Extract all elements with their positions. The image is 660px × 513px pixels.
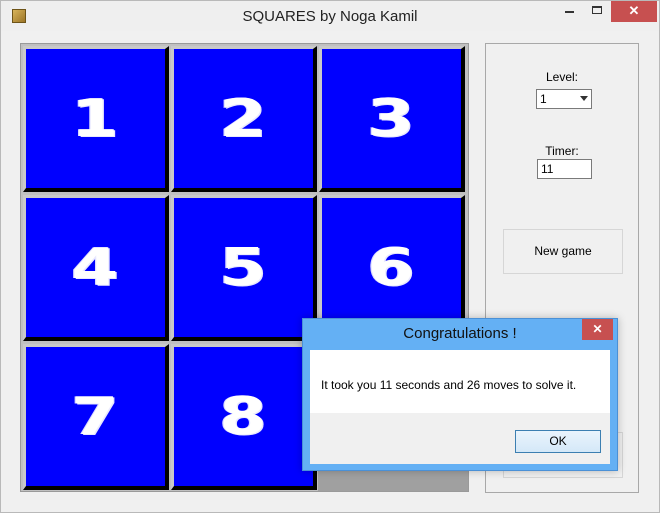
tile-4[interactable]: 4	[23, 195, 169, 341]
minimize-button[interactable]	[556, 1, 584, 22]
timer-field[interactable]: 11	[537, 159, 592, 179]
minimize-icon	[565, 11, 574, 13]
tile-number: 2	[219, 88, 268, 149]
tile-number: 6	[367, 237, 416, 298]
maximize-button[interactable]	[584, 1, 611, 22]
level-value: 1	[540, 92, 547, 106]
app-window: SQUARES by Noga Kamil ✕ 1 2 3 4 5 6 7 8 …	[0, 0, 660, 513]
tile-8[interactable]: 8	[171, 344, 317, 490]
timer-label: Timer:	[545, 144, 579, 158]
tile-number: 7	[71, 386, 120, 447]
dialog-body: It took you 11 seconds and 26 moves to s…	[310, 350, 610, 413]
level-select[interactable]: 1	[536, 89, 592, 109]
dialog-footer: OK	[310, 413, 610, 464]
close-button[interactable]: ✕	[611, 1, 657, 22]
dialog-message: It took you 11 seconds and 26 moves to s…	[321, 378, 577, 392]
tile-number: 8	[219, 386, 268, 447]
tile-7[interactable]: 7	[23, 344, 169, 490]
dialog-title: Congratulations !	[403, 325, 517, 342]
tile-number: 4	[71, 237, 120, 298]
maximize-icon	[592, 6, 602, 14]
title-bar[interactable]: SQUARES by Noga Kamil ✕	[1, 1, 659, 31]
congratulations-dialog: Congratulations ! ✕ It took you 11 secon…	[302, 318, 618, 471]
tile-number: 3	[367, 88, 416, 149]
chevron-down-icon	[580, 96, 588, 101]
tile-number: 5	[219, 237, 268, 298]
tile-number: 1	[71, 88, 120, 149]
tile-3[interactable]: 3	[319, 46, 465, 192]
tile-5[interactable]: 5	[171, 195, 317, 341]
level-label: Level:	[545, 70, 579, 84]
dialog-close-button[interactable]: ✕	[582, 319, 613, 340]
tile-2[interactable]: 2	[171, 46, 317, 192]
ok-button[interactable]: OK	[515, 430, 601, 453]
tile-1[interactable]: 1	[23, 46, 169, 192]
new-game-button[interactable]: New game	[503, 229, 623, 274]
